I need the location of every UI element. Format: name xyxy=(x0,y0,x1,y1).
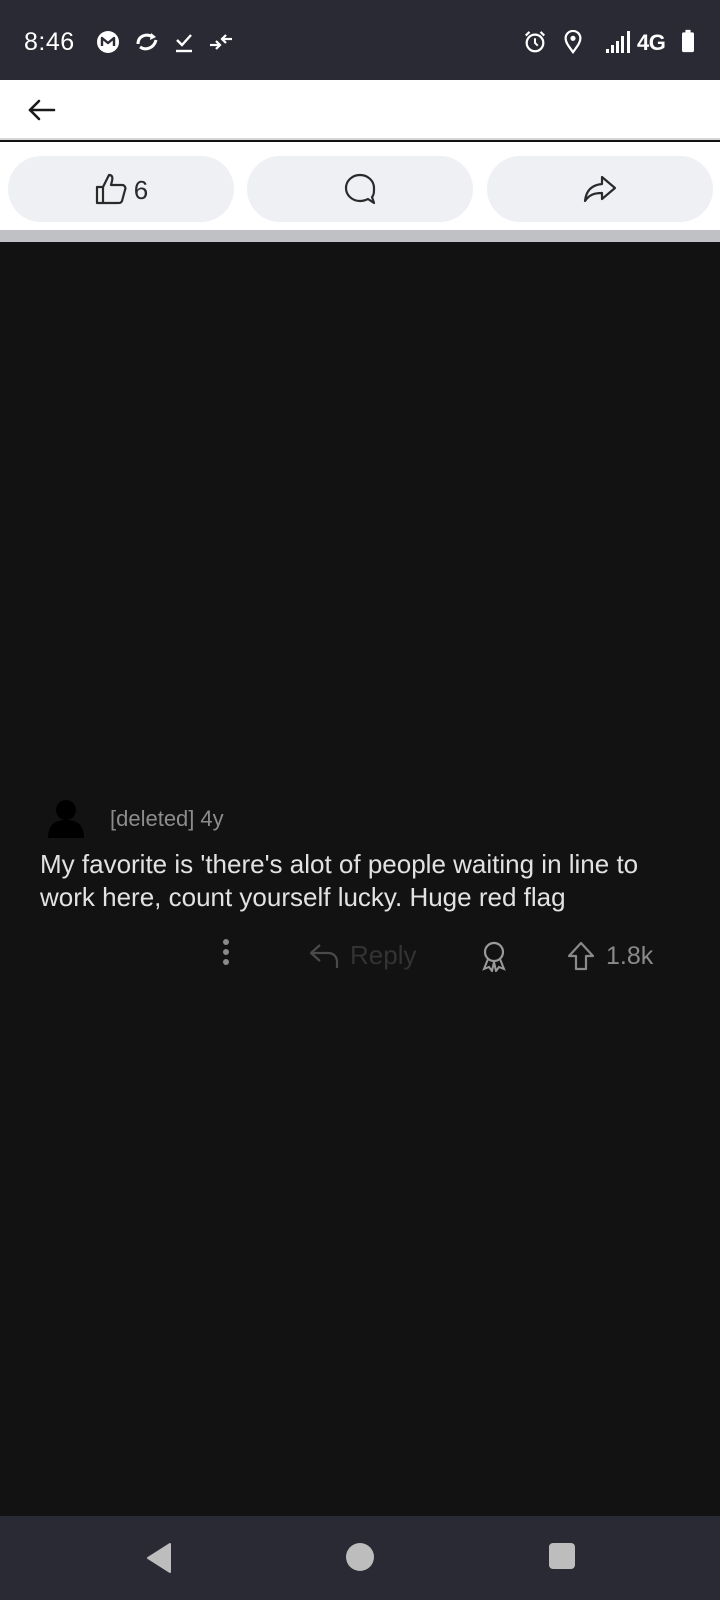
like-button[interactable]: 6 xyxy=(8,156,234,222)
more-vertical-icon xyxy=(223,939,229,965)
status-bar: 8:46 4G xyxy=(0,0,720,80)
system-nav-bar xyxy=(0,1516,720,1600)
comment-body: My favorite is 'there's alot of people w… xyxy=(40,849,639,912)
app-header xyxy=(0,80,720,140)
location-icon xyxy=(564,30,582,54)
section-divider xyxy=(0,230,720,242)
award-button[interactable] xyxy=(479,940,509,972)
comment-bubble-icon xyxy=(344,173,376,205)
reply-arrow-icon xyxy=(309,943,339,968)
sync-icon xyxy=(136,33,158,51)
post-action-row: 6 xyxy=(0,142,720,230)
comment-button[interactable] xyxy=(247,156,473,222)
comment-author[interactable]: [deleted] xyxy=(110,806,194,831)
back-triangle-icon[interactable] xyxy=(144,1542,176,1574)
data-transfer-icon xyxy=(210,34,232,50)
messenger-icon xyxy=(97,31,119,53)
reply-label: Reply xyxy=(350,940,417,970)
share-arrow-icon xyxy=(583,175,617,203)
signal-icon xyxy=(606,31,630,53)
recents-square-icon[interactable] xyxy=(548,1542,576,1570)
network-type-label: 4G xyxy=(637,30,666,55)
battery-icon xyxy=(682,29,694,53)
comment-actions: Reply 1.8k xyxy=(0,936,720,976)
more-options-button[interactable] xyxy=(218,934,234,970)
comment-meta: [deleted] 4y xyxy=(110,806,224,832)
comment-age: 4y xyxy=(200,806,224,831)
back-arrow-icon[interactable] xyxy=(24,92,60,128)
award-icon xyxy=(482,941,506,972)
upvote-button[interactable]: 1.8k xyxy=(566,940,653,972)
status-time: 8:46 xyxy=(24,28,75,56)
vote-count: 1.8k xyxy=(606,941,654,970)
avatar xyxy=(48,800,84,838)
thumbs-up-icon xyxy=(95,173,127,205)
reply-button[interactable]: Reply xyxy=(308,940,416,971)
upvote-arrow-icon xyxy=(567,941,595,971)
share-button[interactable] xyxy=(487,156,713,222)
home-circle-icon[interactable] xyxy=(345,1542,375,1572)
download-done-icon xyxy=(176,34,192,53)
like-count: 6 xyxy=(133,174,149,205)
alarm-icon xyxy=(524,31,546,53)
